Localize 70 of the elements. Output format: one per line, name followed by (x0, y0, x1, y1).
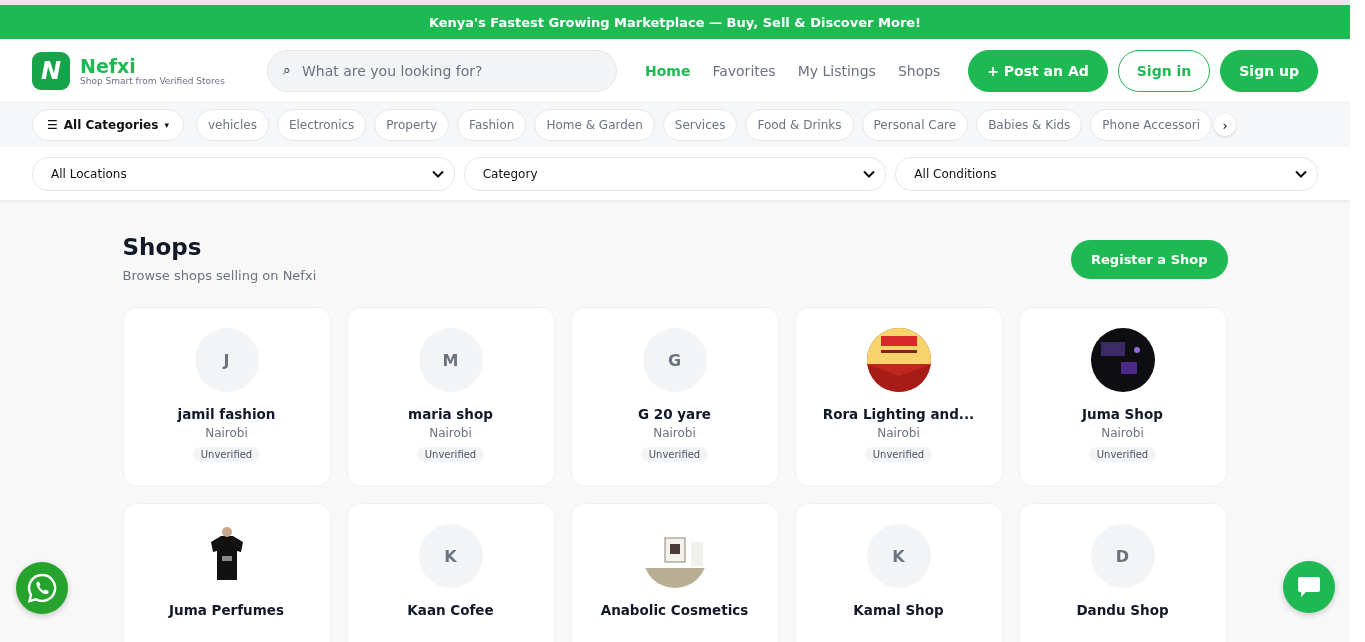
category-chip[interactable]: Personal Care (861, 109, 969, 141)
status-badge: Unverified (640, 447, 709, 462)
page-subtitle: Browse shops selling on Nefxi (122, 268, 317, 283)
shop-card[interactable]: Anabolic Cosmetics (570, 503, 779, 642)
shop-name: Juma Perfumes (169, 602, 284, 618)
shop-card[interactable]: Rora Lighting and... Nairobi Unverified (794, 307, 1003, 487)
filter-dropdown[interactable]: All Locations (32, 157, 455, 191)
logo-icon[interactable]: N (32, 51, 70, 90)
shop-location: Nairobi (1101, 426, 1144, 440)
chat-icon (1297, 576, 1321, 598)
chevron-down-icon (431, 170, 444, 178)
shop-avatar: M (418, 328, 483, 392)
nav-link[interactable]: Shops (897, 62, 941, 79)
status-badge: Unverified (416, 447, 485, 462)
shop-name: Kamal Shop (853, 602, 944, 618)
status-badge: Unverified (192, 447, 261, 462)
shop-location: Nairobi (429, 426, 472, 440)
whatsapp-button[interactable] (16, 562, 68, 614)
shop-location: Nairobi (205, 426, 248, 440)
search-icon: ⌕ (283, 61, 291, 79)
brand-tagline: Shop Smart from Verified Stores (80, 75, 225, 86)
status-badge: Unverified (1088, 447, 1157, 462)
category-chip[interactable]: Food & Drinks (745, 109, 854, 141)
all-categories-label: All Categories (63, 118, 159, 132)
shop-name: jamil fashion (177, 406, 276, 422)
all-categories-button[interactable]: ☰ All Categories ▾ (32, 109, 184, 141)
shop-card[interactable]: G G 20 yare Nairobi Unverified (570, 307, 779, 487)
shop-avatar: K (418, 524, 483, 588)
category-chip[interactable]: Property (374, 109, 450, 141)
category-chip[interactable]: Electronics (276, 109, 367, 141)
shop-card[interactable]: K Kamal Shop (794, 503, 1003, 642)
shop-card[interactable]: Juma Perfumes (122, 503, 331, 642)
shop-avatar: K (866, 524, 931, 588)
shop-avatar: G (642, 328, 707, 392)
shop-location: Nairobi (877, 426, 920, 440)
category-chip[interactable]: Home & Garden (534, 109, 655, 141)
category-chip[interactable]: Phone Accessori (1090, 109, 1213, 141)
nav-link[interactable]: My Listings (797, 62, 876, 79)
shop-name: Dandu Shop (1076, 602, 1169, 618)
shop-name: Rora Lighting and... (822, 406, 975, 422)
category-chip[interactable]: vehicles (195, 109, 269, 141)
shop-name: Juma Shop (1082, 406, 1163, 422)
scroll-right-button[interactable]: › (1214, 114, 1237, 136)
chevron-down-icon (1295, 170, 1307, 178)
filter-dropdown[interactable]: All Conditions (895, 157, 1318, 191)
chat-button[interactable] (1283, 561, 1335, 613)
shop-name: Anabolic Cosmetics (600, 602, 749, 618)
shop-avatar: D (1090, 524, 1155, 588)
shop-name: Kaan Cofee (407, 602, 494, 618)
category-chip[interactable]: Babies & Kids (976, 109, 1083, 141)
chat-bubble-phone-icon (26, 572, 58, 604)
shop-location: Nairobi (653, 426, 696, 440)
caret-icon: ▾ (164, 120, 169, 130)
nav-link[interactable]: Favorites (712, 62, 776, 79)
shop-card[interactable]: J jamil fashion Nairobi Unverified (122, 307, 331, 487)
shop-name: maria shop (408, 406, 493, 422)
filter-dropdown[interactable]: Category (463, 157, 887, 191)
shop-card[interactable]: M maria shop Nairobi Unverified (346, 307, 555, 487)
chevron-down-icon (863, 170, 876, 178)
category-chip[interactable]: Services (662, 109, 738, 141)
shop-avatar: J (194, 328, 259, 392)
page-title: Shops (122, 234, 203, 260)
banner-text: Kenya's Fastest Growing Marketplace — Buy, Sell & Discover More! (428, 14, 922, 30)
status-badge: Unverified (864, 447, 933, 462)
category-chip[interactable]: Fashion (457, 109, 527, 141)
menu-icon: ☰ (47, 118, 58, 132)
shop-card[interactable]: K Kaan Cofee (346, 503, 555, 642)
shop-name: G 20 yare (638, 406, 711, 422)
shop-card[interactable]: D Dandu Shop (1018, 503, 1227, 642)
shop-card[interactable]: Juma Shop Nairobi Unverified (1018, 307, 1227, 487)
